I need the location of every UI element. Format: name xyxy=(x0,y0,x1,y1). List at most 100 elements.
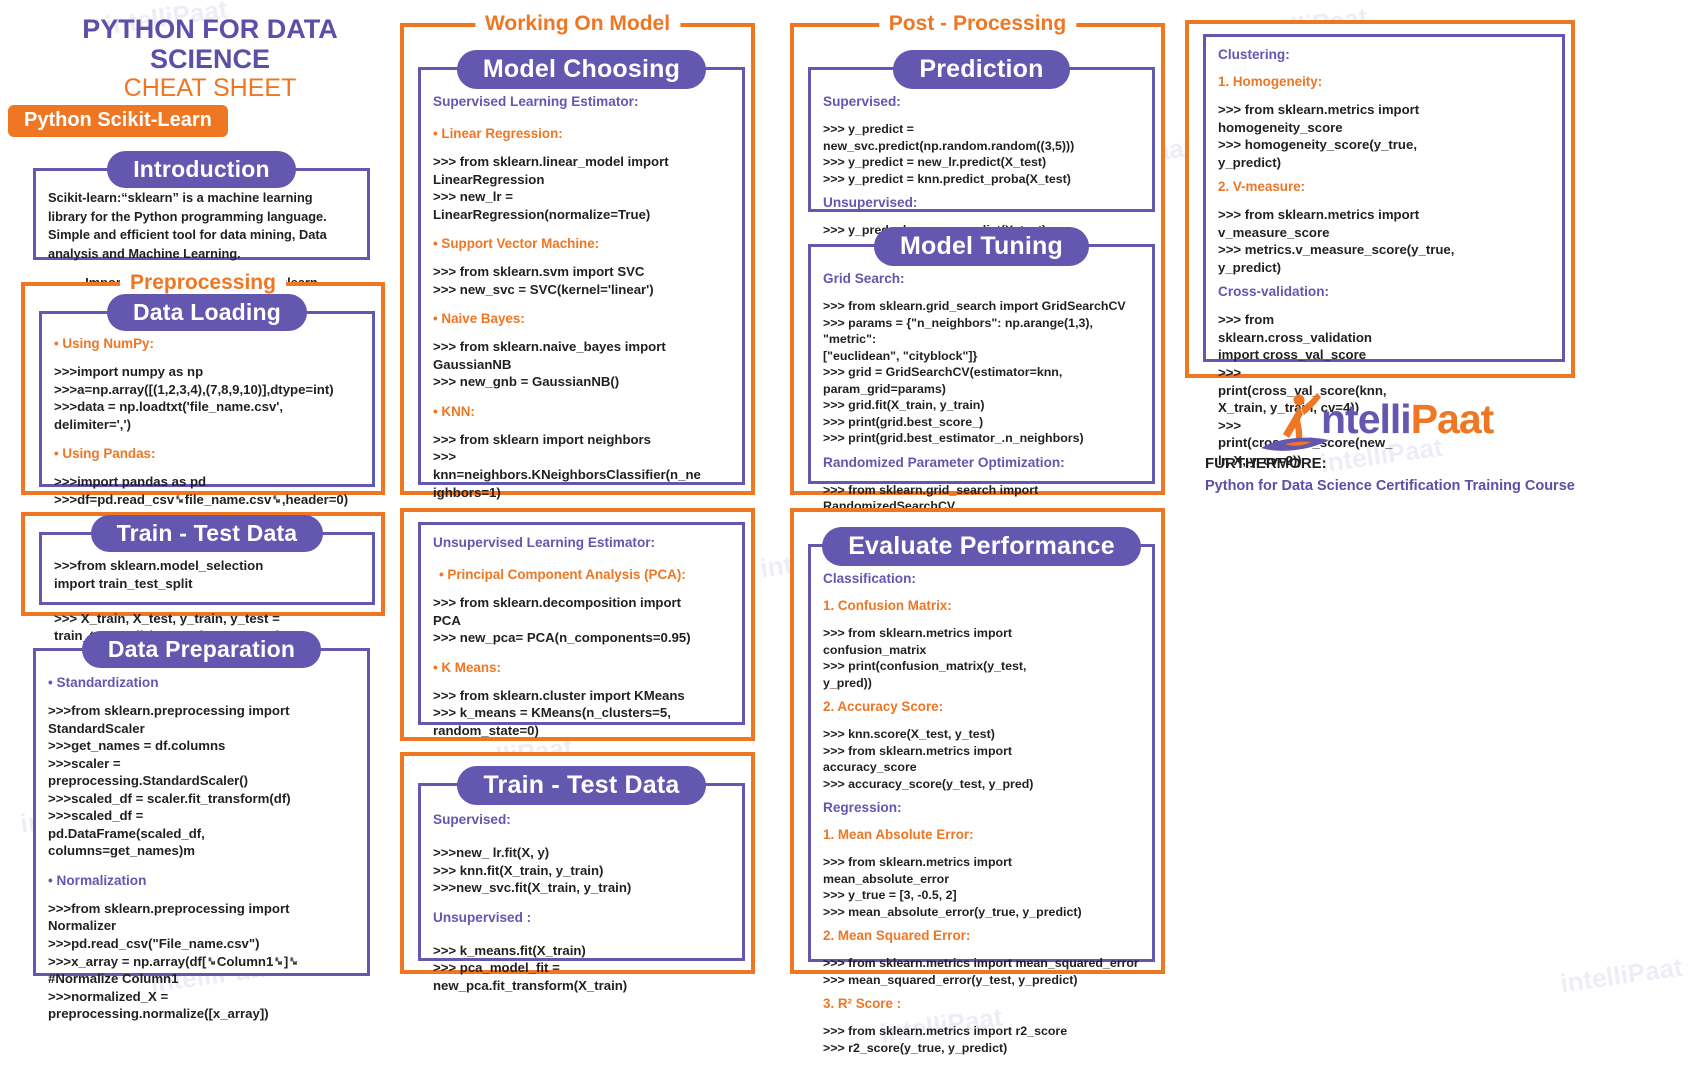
working-on-model-group-label: Working On Model xyxy=(474,12,681,36)
estimator-label: • Support Vector Machine: xyxy=(433,236,600,252)
estimator-code: >>> from sklearn.svm import SVC >>> new_… xyxy=(433,264,654,297)
metric-label: 1. Mean Absolute Error: xyxy=(823,827,974,842)
metric-label: 2. Mean Squared Error: xyxy=(823,928,971,943)
randomized-optimization-label: Randomized Parameter Optimization: xyxy=(823,454,1065,470)
page-subtitle: CHEAT SHEET xyxy=(123,74,297,102)
estimator-label: • KNN: xyxy=(433,403,475,419)
data-loading-pandas-code: >>>import pandas as pd >>>df=pd.read_csv… xyxy=(54,474,349,507)
topic-badge: Python Scikit-Learn xyxy=(8,105,228,137)
estimator-label: • K Means: xyxy=(433,659,501,675)
evaluate-performance-heading-wrap: Evaluate Performance xyxy=(811,527,1152,566)
data-loading-numpy-label: • Using NumPy: xyxy=(54,336,154,351)
metric-code: >>> from sklearn.metrics import r2_score… xyxy=(823,1024,1068,1055)
course-link[interactable]: Python for Data Science Certification Tr… xyxy=(1205,478,1575,494)
prediction-supervised-label: Supervised: xyxy=(823,94,901,109)
estimator-code: >>> from sklearn.linear_model import Lin… xyxy=(433,154,669,222)
regression-label: Regression: xyxy=(823,800,902,815)
prediction-heading: Prediction xyxy=(893,50,1070,89)
cross-validation-label: Cross-validation: xyxy=(1218,284,1330,300)
introduction-body: Scikit-learn:“sklearn” is a machine lear… xyxy=(48,190,327,261)
train-test-left-group: Train - Test Data >>>from sklearn.model_… xyxy=(21,512,385,643)
introduction-card: Introduction Scikit-learn:“sklearn” is a… xyxy=(33,151,370,290)
clustering-label: Clustering: xyxy=(1218,47,1290,62)
evaluate-performance-heading: Evaluate Performance xyxy=(822,527,1141,566)
unsupervised-estimator-group: Unsupervised Learning Estimator: • Princ… xyxy=(400,508,755,741)
working-on-model-group: Working On Model Model Choosing Supervis… xyxy=(400,12,755,500)
train-test-mid-card: Train - Test Data Supervised: >>>new_ lr… xyxy=(418,766,745,993)
estimator-code: >>> from sklearn.decomposition import PC… xyxy=(433,595,691,646)
metric-code: >>> from sklearn.metrics import confusio… xyxy=(823,626,1027,690)
metric-label: 2. V-measure: xyxy=(1218,179,1306,195)
evaluate-performance-card: Evaluate Performance Classification: 1. … xyxy=(808,527,1155,1055)
estimator-item: • KNN: >>> from sklearn import neighbors… xyxy=(433,404,730,501)
supervised-estimator-label: Supervised Learning Estimator: xyxy=(433,94,639,109)
data-preparation-heading: Data Preparation xyxy=(81,631,322,668)
metric-item: 2. V-measure: >>> from sklearn.metrics i… xyxy=(1218,179,1550,276)
furthermore-label: FURTHERMORE: xyxy=(1205,455,1327,472)
metric-code: >>> from sklearn.metrics import homogene… xyxy=(1218,102,1420,170)
estimator-code: >>> from sklearn.naive_bayes import Gaus… xyxy=(433,339,666,390)
estimator-code: >>> from sklearn.cluster import KMeans >… xyxy=(433,687,685,738)
train-test-mid-unsupervised-label: Unsupervised : xyxy=(433,909,532,925)
data-loading-heading: Data Loading xyxy=(106,294,308,331)
model-tuning-heading: Model Tuning xyxy=(873,227,1089,266)
train-test-mid-heading: Train - Test Data xyxy=(457,766,706,805)
metric-code: >>> from sklearn.metrics import v_measur… xyxy=(1218,207,1455,275)
prediction-card: Prediction Supervised: >>> y_predict = n… xyxy=(808,50,1155,237)
model-choosing-heading-wrap: Model Choosing xyxy=(421,50,742,89)
metric-item: 1. Homogeneity: >>> from sklearn.metrics… xyxy=(1218,74,1550,171)
page-title-line1: PYTHON FOR DATA xyxy=(82,14,338,44)
normalization-code: >>>from sklearn.preprocessing import Nor… xyxy=(48,900,299,1022)
metric-item: 1. Mean Absolute Error: >>> from sklearn… xyxy=(823,827,1140,920)
unsupervised-estimator-label: Unsupervised Learning Estimator: xyxy=(433,535,656,550)
preprocessing-group-label: Preprocessing xyxy=(120,271,286,295)
preprocessing-group: Preprocessing Data Loading • Using NumPy… xyxy=(21,271,385,507)
data-preparation-card: Data Preparation • Standardization >>>fr… xyxy=(33,631,370,1021)
clustering-group: Clustering: 1. Homogeneity: >>> from skl… xyxy=(1185,20,1575,468)
train-test-mid-unsupervised-code: >>> k_means.fit(X_train) >>> pca_model_f… xyxy=(433,942,628,993)
page-title-line2: SCIENCE xyxy=(149,44,271,75)
prediction-unsupervised-label: Unsupervised: xyxy=(823,195,918,210)
cheat-sheet-page: intelliPaat intelliPaat intelliPaat inte… xyxy=(0,0,1707,1080)
metric-label: 2. Accuracy Score: xyxy=(823,699,944,714)
estimator-label: • Naive Bayes: xyxy=(433,311,525,327)
post-processing-group-label: Post - Processing xyxy=(878,12,1077,36)
metric-item: 1. Confusion Matrix: >>> from sklearn.me… xyxy=(823,598,1140,691)
estimator-item: • Naive Bayes: >>> from sklearn.naive_ba… xyxy=(433,311,730,391)
metric-item: 2. Mean Squared Error: >>> from sklearn.… xyxy=(823,928,1140,988)
metric-code: >>> knn.score(X_test, y_test) >>> from s… xyxy=(823,727,1034,791)
train-test-left-card: Train - Test Data >>>from sklearn.model_… xyxy=(39,515,375,643)
introduction-heading: Introduction xyxy=(107,151,296,188)
metric-label: 1. Confusion Matrix: xyxy=(823,598,952,613)
standardization-label: • Standardization xyxy=(48,675,159,690)
logo-text-secondary: Paat xyxy=(1410,396,1495,442)
estimator-item: • Linear Regression: >>> from sklearn.li… xyxy=(433,126,730,223)
prediction-supervised-code: >>> y_predict = new_svc.predict(np.rando… xyxy=(823,122,1075,186)
estimator-label: • Linear Regression: xyxy=(433,126,563,141)
train-test-mid-supervised-code: >>>new_ lr.fit(X, y) >>> knn.fit(X_train… xyxy=(433,845,632,896)
model-tuning-card: Model Tuning Grid Search: >>> from sklea… xyxy=(808,227,1155,629)
estimator-code: >>> from sklearn import neighbors >>> kn… xyxy=(433,431,701,500)
train-test-mid-supervised-label: Supervised: xyxy=(433,812,511,827)
unsupervised-estimator-card: Unsupervised Learning Estimator: • Princ… xyxy=(418,522,745,738)
data-loading-card: Data Loading • Using NumPy: >>>import nu… xyxy=(39,294,375,507)
normalization-label: • Normalization xyxy=(48,872,147,888)
evaluate-performance-group: Evaluate Performance Classification: 1. … xyxy=(790,508,1165,1055)
classification-label: Classification: xyxy=(823,571,916,586)
data-loading-pandas-label: • Using Pandas: xyxy=(54,446,156,462)
train-test-mid-heading-wrap: Train - Test Data xyxy=(421,766,742,805)
grid-search-label: Grid Search: xyxy=(823,271,905,286)
clustering-card: Clustering: 1. Homogeneity: >>> from skl… xyxy=(1203,34,1565,468)
standardization-code: >>>from sklearn.preprocessing import Sta… xyxy=(48,703,291,859)
metric-code: >>> from sklearn.metrics import mean_squ… xyxy=(823,956,1139,987)
estimator-item: • Principal Component Analysis (PCA): >>… xyxy=(433,567,730,647)
model-choosing-heading: Model Choosing xyxy=(456,50,707,89)
intellipaat-logo: ntelliPaat xyxy=(1255,390,1555,460)
data-loading-numpy-code: >>>import numpy as np >>>a=np.array([(1,… xyxy=(54,364,334,432)
estimator-item: • K Means: >>> from sklearn.cluster impo… xyxy=(433,660,730,740)
model-choosing-card: Model Choosing Supervised Learning Estim… xyxy=(418,50,745,500)
page-title: PYTHON FOR DATA SCIENCE xyxy=(20,14,400,74)
metric-code: >>> from sklearn.metrics import mean_abs… xyxy=(823,855,1082,919)
estimator-item: • Support Vector Machine: >>> from sklea… xyxy=(433,236,730,298)
estimator-label: • Principal Component Analysis (PCA): xyxy=(439,567,686,582)
